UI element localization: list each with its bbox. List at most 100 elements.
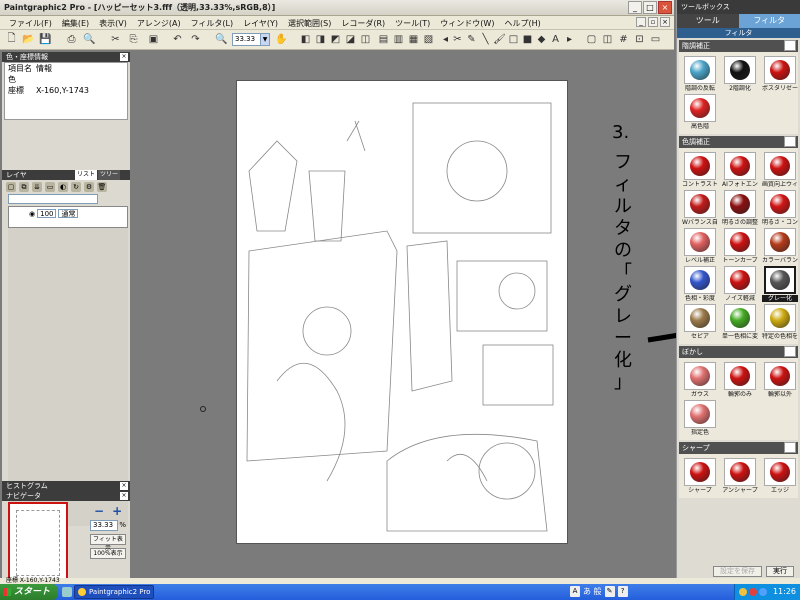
layer-tool-3-icon[interactable]: ◩ (328, 32, 343, 47)
filter-item[interactable]: ノイズ軽減 (722, 266, 758, 302)
align-2-icon[interactable]: ▥ (391, 32, 406, 47)
taskbar-app-button[interactable]: Paintgraphic2 Pro - [ (74, 585, 154, 599)
filter-section-header[interactable]: ぼかし (679, 346, 798, 358)
grid-icon[interactable]: # (616, 32, 631, 47)
scissors-tool-icon[interactable]: ✂ (450, 32, 465, 47)
merge-layer-icon[interactable]: ⇊ (32, 182, 42, 192)
doc-minimize-button[interactable]: _ (636, 17, 646, 27)
menu-edit[interactable]: 編集(E) (57, 18, 94, 29)
filter-item[interactable]: Wバランス自動補正 (682, 190, 718, 226)
filter-item[interactable]: トーンカーブ (722, 228, 758, 264)
menu-tool[interactable]: ツール(T) (390, 18, 435, 29)
zoom-in-button[interactable]: + (112, 504, 122, 518)
section-preview-icon[interactable] (784, 442, 796, 453)
save-icon[interactable]: 💾 (38, 32, 53, 47)
align-1-icon[interactable]: ▤ (376, 32, 391, 47)
print-icon[interactable]: ⎙ (64, 32, 79, 47)
brush-icon[interactable]: 🖌 (492, 32, 507, 47)
delete-layer-icon[interactable]: 🗑 (97, 182, 107, 192)
arrow-right-icon[interactable]: ▸ (562, 32, 577, 47)
tab-tools[interactable]: ツール (677, 14, 739, 28)
zoom-dropdown-icon[interactable]: ▼ (260, 33, 270, 46)
drawing-page[interactable] (236, 80, 568, 544)
filter-item[interactable]: セピア (682, 304, 718, 340)
cut-icon[interactable]: ✂ (108, 32, 123, 47)
save-settings-button[interactable]: 設定を保存 (713, 566, 762, 577)
eraser-icon[interactable]: ◆ (534, 32, 549, 47)
menu-filter[interactable]: フィルタ(L) (186, 18, 239, 29)
filter-item[interactable]: エッジ (762, 458, 798, 494)
doc-restore-button[interactable]: ▫ (648, 17, 658, 27)
filter-section-header[interactable]: 階調補正 (679, 40, 798, 52)
maximize-button[interactable]: □ (643, 1, 657, 14)
filter-section-header[interactable]: シャープ (679, 442, 798, 454)
doc-close-button[interactable]: × (660, 17, 670, 27)
filter-item[interactable]: 特定の色相を変換 (762, 304, 798, 340)
quick-launch-icon[interactable] (62, 587, 72, 597)
filter-item[interactable]: 輪郭のみ (722, 362, 758, 398)
filter-item[interactable]: シャープ (682, 458, 718, 494)
menu-view[interactable]: 表示(V) (94, 18, 132, 29)
help-icon[interactable]: ? (617, 586, 628, 597)
run-button[interactable]: 実行 (766, 566, 794, 577)
layer-select-field[interactable] (8, 194, 98, 204)
ime-icon[interactable]: A (570, 586, 580, 597)
tray-icon-2[interactable] (749, 588, 757, 596)
filter-item[interactable]: 単一色相に変換 (722, 304, 758, 340)
zoom-out-button[interactable]: − (94, 504, 104, 518)
tab-list[interactable]: リスト (74, 170, 97, 180)
rectangle-icon[interactable]: □ (506, 32, 521, 47)
filter-item[interactable]: カラーバランス (762, 228, 798, 264)
volume-icon[interactable] (759, 588, 767, 596)
ime-mode-text[interactable]: あ 般 (583, 586, 602, 597)
rotate-icon[interactable]: ↻ (71, 182, 81, 192)
ime-tool-icon[interactable]: ✎ (604, 586, 615, 597)
menu-help[interactable]: ヘルプ(H) (499, 18, 545, 29)
opacity-select[interactable]: 100 (37, 209, 57, 218)
zoom-icon[interactable]: 🔍 (214, 32, 229, 47)
section-preview-icon[interactable] (784, 40, 796, 51)
tab-tree[interactable]: ツリー (97, 170, 120, 180)
print-preview-icon[interactable]: 🔍 (82, 32, 97, 47)
filter-item[interactable]: グレー化 (762, 266, 798, 302)
filter-item[interactable]: 画質向上ウィザード (762, 152, 798, 188)
navigator-thumbnail[interactable] (8, 502, 68, 584)
mask-icon[interactable]: ◐ (58, 182, 68, 192)
grid-2-icon[interactable]: ◫ (600, 32, 615, 47)
copy-layer-icon[interactable]: ⧉ (19, 182, 29, 192)
filter-item[interactable]: ガウス (682, 362, 718, 398)
new-layer-icon[interactable]: ▢ (6, 182, 16, 192)
undo-icon[interactable]: ↶ (170, 32, 185, 47)
filter-item[interactable]: 明るさ・コントラスト (762, 190, 798, 226)
copy-icon[interactable]: ⎘ (126, 32, 141, 47)
layer-tool-2-icon[interactable]: ◨ (313, 32, 328, 47)
layer-row[interactable]: ◉ 100 通常 (8, 206, 128, 228)
layer-settings-icon[interactable]: ⚙ (84, 182, 94, 192)
menu-window[interactable]: ウィンドウ(W) (435, 18, 499, 29)
filter-item[interactable]: アンシャープ (722, 458, 758, 494)
line-tool-icon[interactable]: ╲ (478, 32, 493, 47)
menu-arrange[interactable]: アレンジ(A) (132, 18, 186, 29)
filter-item[interactable]: 明るさの調整 (722, 190, 758, 226)
minimize-button[interactable]: _ (628, 1, 642, 14)
fill-rect-icon[interactable]: ■ (520, 32, 535, 47)
align-4-icon[interactable]: ▧ (421, 32, 436, 47)
menu-layer[interactable]: レイヤ(Y) (238, 18, 283, 29)
folder-icon[interactable]: ▭ (45, 182, 55, 192)
filter-item[interactable]: 階調の反転 (682, 56, 718, 92)
frame-icon[interactable]: ▢ (584, 32, 599, 47)
filter-item[interactable]: 2階調化 (722, 56, 758, 92)
filter-section-header[interactable]: 色調補正 (679, 136, 798, 148)
panel-close-icon[interactable]: × (120, 492, 128, 500)
filter-item[interactable]: ポスタリゼーション (762, 56, 798, 92)
layer-tool-5-icon[interactable]: ◫ (358, 32, 373, 47)
tray-icon-1[interactable] (739, 588, 747, 596)
filter-subtab[interactable]: フィルタ (677, 28, 800, 38)
filter-item[interactable]: 指定色 (682, 400, 718, 436)
menu-file[interactable]: ファイル(F) (4, 18, 57, 29)
canvas-area[interactable] (134, 50, 670, 578)
crosshair-icon[interactable]: ⊡ (632, 32, 647, 47)
section-preview-icon[interactable] (784, 136, 796, 147)
layer-tool-4-icon[interactable]: ◪ (343, 32, 358, 47)
hand-icon[interactable]: ✋ (274, 32, 289, 47)
